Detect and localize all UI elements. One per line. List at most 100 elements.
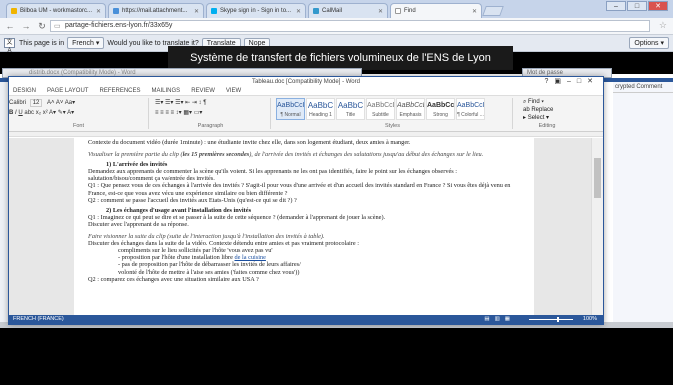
replace-button[interactable]: ab Replace <box>523 106 577 114</box>
doc-paragraph: Q1 : Imaginez ce qui peut se dire et se … <box>88 213 386 221</box>
vertical-scrollbar[interactable] <box>591 138 603 317</box>
minimize-button[interactable]: – <box>606 1 626 11</box>
options-button[interactable]: Options ▾ <box>629 37 669 49</box>
close-icon[interactable]: ✕ <box>470 8 477 15</box>
tab-review[interactable]: REVIEW <box>191 87 215 95</box>
tab-favicon-icon <box>113 8 119 14</box>
word-window-controls[interactable]: ?▣–□✕ <box>545 77 600 87</box>
style-emphasis[interactable]: AaBbCcE Emphasis <box>396 98 425 120</box>
language-status[interactable]: FRENCH (FRANCE) <box>13 316 64 322</box>
site-title: Système de transfert de fichiers volumin… <box>168 46 513 70</box>
style-heading-1[interactable]: AaBbC Heading 1 <box>306 98 335 120</box>
grow-shrink-icon[interactable]: A˄ A˅ Aa▾ <box>47 100 75 106</box>
editing-group: ⌕ Find ▾ ab Replace ▸ Select ▾ Editing <box>517 98 577 129</box>
zoom-slider-knob[interactable] <box>557 317 559 322</box>
forward-icon[interactable]: → <box>20 20 32 32</box>
style-colorful[interactable]: AaBbCcI ¶ Colorful ... <box>456 98 485 120</box>
doc-list-item: compliments sur le lieu sollicités par l… <box>118 247 273 255</box>
doc-heading-2: 2) Les échanges d'usage avant l'installa… <box>106 206 252 214</box>
editing-group-caption: Editing <box>538 123 556 129</box>
tab-favicon-icon <box>313 8 319 14</box>
paragraph-group: ☰▾ ☰▾ ☰▾ ⇤ ⇥ ↕ ¶ ≡ ≡ ≡ ≡ ↕▾ ▦▾ ▭▾ Paragr… <box>151 98 271 129</box>
tab-5-active[interactable]: Find ✕ <box>390 3 482 18</box>
zoom-level[interactable]: 100% <box>583 315 597 324</box>
doc-list-item: - proposition par l'hôte d'une installat… <box>118 254 266 262</box>
close-icon[interactable]: ✕ <box>376 8 383 15</box>
status-bar: FRENCH (FRANCE) ▤▥▦ 100% <box>9 315 603 324</box>
styles-group-caption: Styles <box>385 123 400 129</box>
close-window-button[interactable]: ✕ <box>648 1 668 11</box>
style-title[interactable]: AaBbC Title <box>336 98 365 120</box>
url-input[interactable]: ▭ partage-fichiers.ens-lyon.fr/33x65y <box>50 20 650 32</box>
ribbon: Calibri 12 A˄ A˅ Aa▾ B I U abc x₂ x² A▾ … <box>9 95 603 132</box>
tab-3[interactable]: Skype sign in - Sign in to... ✕ <box>206 3 306 18</box>
tab-1[interactable]: Bilboa UM - workmastorc... ✕ <box>6 3 106 18</box>
column-headers: crypted Comment <box>613 82 673 93</box>
language-select[interactable]: French ▾ <box>67 37 105 49</box>
doc-paragraph: Q1 : Que pensez vous de ces échanges à l… <box>88 182 511 197</box>
close-icon[interactable]: ✕ <box>192 8 199 15</box>
doc-paragraph: Discuter des échanges dans la suite de l… <box>88 240 360 248</box>
back-icon[interactable]: ← <box>4 20 16 32</box>
tab-label: CalMail <box>322 8 343 14</box>
page-footer <box>0 328 673 385</box>
doc-paragraph: Contexte du document vidéo (durée 1minut… <box>88 139 411 146</box>
font-group-caption: Font <box>72 123 84 129</box>
browser-tab-strip: Bilboa UM - workmastorc... ✕ https://mai… <box>0 0 673 18</box>
tab-favicon-icon <box>211 8 217 14</box>
style-normal[interactable]: AaBbCcI ¶ Normal <box>276 98 305 120</box>
page-icon: ▭ <box>54 23 61 30</box>
align-icons[interactable]: ≡ ≡ ≡ ≡ ↕▾ ▦▾ ▭▾ <box>151 108 270 118</box>
tab-label: https://mail.attachment... <box>122 8 188 14</box>
tab-label: Bilboa UM - workmastorc... <box>20 8 93 14</box>
ruler <box>9 132 603 137</box>
select-button[interactable]: ▸ Select ▾ <box>523 114 577 122</box>
doc-heading-1: 1) L'arrivée des invités <box>106 161 168 169</box>
font-name-select[interactable]: Calibri <box>9 100 26 106</box>
doc-paragraph: Q2 : comment se passe l'accueil des invi… <box>88 196 297 204</box>
tab-favicon-icon <box>395 8 401 14</box>
tab-design[interactable]: DESIGN <box>13 87 36 95</box>
maximize-button[interactable]: □ <box>627 1 647 11</box>
zoom-slider[interactable] <box>529 319 573 320</box>
style-subtitle[interactable]: AaBbCcD Subtitle <box>366 98 395 120</box>
tab-2[interactable]: https://mail.attachment... ✕ <box>108 3 204 18</box>
font-group: Calibri 12 A˄ A˅ Aa▾ B I U abc x₂ x² A▾ … <box>9 98 149 129</box>
tab-mailings[interactable]: MAILINGS <box>152 87 181 95</box>
document-page[interactable]: Contexte du document vidéo (durée 1minut… <box>74 138 534 317</box>
address-bar: ← → ↻ ▭ partage-fichiers.ens-lyon.fr/33x… <box>0 18 673 35</box>
doc-paragraph-italic: Faire visionner la suite du clip (suite … <box>88 233 325 241</box>
doc-paragraph: Discuter avec l'apprenant de sa réponse. <box>88 220 189 228</box>
close-icon[interactable]: ✕ <box>94 8 101 15</box>
new-tab-button[interactable] <box>482 6 504 16</box>
tab-page-layout[interactable]: PAGE LAYOUT <box>47 87 88 95</box>
doc-paragraph-italic: Visualiser la première partie du clip (l… <box>88 151 484 159</box>
screen: { "browser": { "tabs": [ {"label": "Bilb… <box>0 0 673 385</box>
doc-list-item: volonté de l'hôte de mettre à l'aise ses… <box>118 268 300 276</box>
reload-icon[interactable]: ↻ <box>36 20 48 32</box>
word-titlebar: Tableau.doc [Compatibility Mode] - Word … <box>9 77 603 87</box>
doc-paragraph: Q2 : comparez ces échanges avec une situ… <box>88 275 259 283</box>
doc-paragraph: Demandez aux apprenants de commenter la … <box>88 168 458 183</box>
list-icons[interactable]: ☰▾ ☰▾ ☰▾ ⇤ ⇥ ↕ ¶ <box>151 98 270 108</box>
style-strong[interactable]: AaBbCcI Strong <box>426 98 455 120</box>
find-button[interactable]: ⌕ Find ▾ <box>523 98 577 106</box>
tab-view[interactable]: VIEW <box>226 87 241 95</box>
translate-icon: 文A <box>4 38 15 54</box>
doc-list-item: - pas de proposition par l'hôte de débar… <box>118 261 301 269</box>
view-mode-icons[interactable]: ▤▥▦ <box>484 315 515 324</box>
tab-4[interactable]: CalMail ✕ <box>308 3 388 18</box>
url-text: partage-fichiers.ens-lyon.fr/33x65y <box>65 22 173 29</box>
close-icon[interactable]: ✕ <box>294 8 301 15</box>
page-right-panel: crypted Comment <box>613 82 673 332</box>
bookmark-star-icon[interactable]: ☆ <box>659 20 667 31</box>
tab-references[interactable]: REFERENCES <box>99 87 140 95</box>
document-area: Contexte du document vidéo (durée 1minut… <box>9 138 591 317</box>
translate-text: This page is in <box>19 39 65 47</box>
tab-label: Find <box>404 8 416 14</box>
paragraph-group-caption: Paragraph <box>197 123 224 129</box>
scroll-thumb[interactable] <box>594 158 601 198</box>
word-window: Tableau.doc [Compatibility Mode] - Word … <box>8 76 604 325</box>
format-icons[interactable]: B I U abc x₂ x² A▾ ✎▾ A▾ <box>9 110 74 116</box>
font-size-select[interactable]: 12 <box>29 99 43 107</box>
